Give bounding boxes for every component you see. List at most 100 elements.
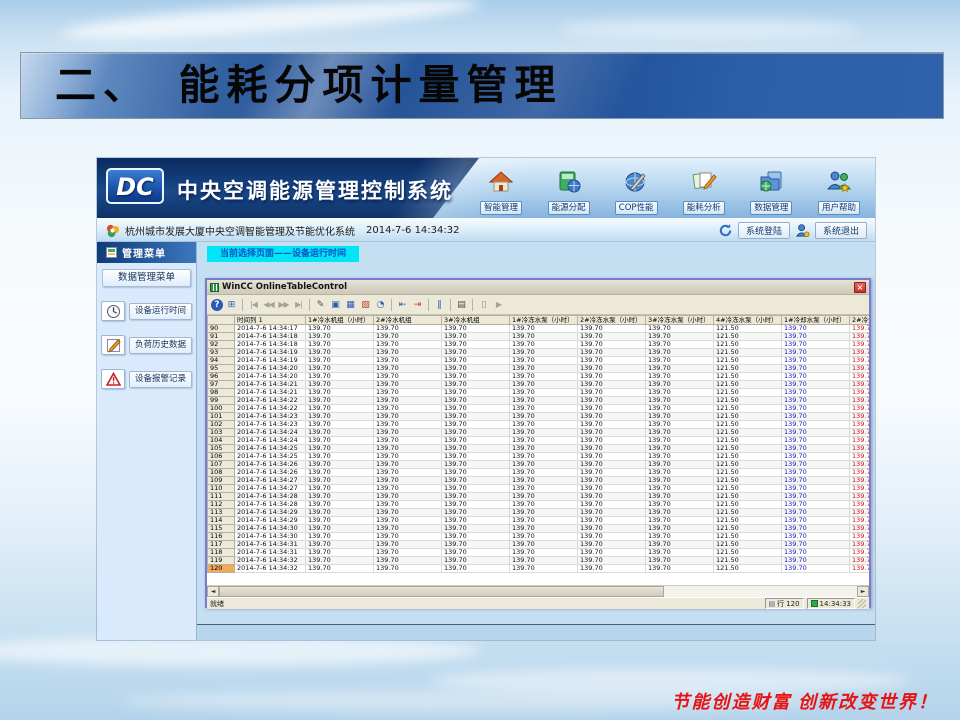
cell-value: 139.70 (442, 421, 510, 429)
nav-label[interactable]: 用户帮助 (818, 201, 860, 215)
scrollbar-thumb[interactable] (219, 586, 664, 597)
column-header[interactable]: 4#冷冻水泵（小时） (714, 316, 782, 325)
table-row[interactable]: 1162014-7-6 14:34:30139.70139.70139.7013… (208, 533, 870, 541)
sidebar-menu-title-button[interactable]: 数据管理菜单 (102, 269, 191, 287)
scrollbar-track[interactable] (664, 586, 857, 597)
export-icon[interactable]: ⇥ (411, 298, 424, 311)
column-header[interactable]: 3#冷冻水泵（小时） (646, 316, 714, 325)
table-row[interactable]: 952014-7-6 14:34:20139.70139.70139.70139… (208, 365, 870, 373)
system-login-button[interactable]: 系统登陆 (738, 222, 790, 239)
column-header[interactable]: 2#冷冻水泵（小时） (578, 316, 646, 325)
table-row[interactable]: 1072014-7-6 14:34:26139.70139.70139.7013… (208, 461, 870, 469)
pause-icon[interactable]: ‖ (433, 298, 446, 311)
table-row[interactable]: 1202014-7-6 14:34:32139.70139.70139.7013… (208, 565, 870, 573)
app-logo: DC (106, 168, 164, 204)
toolbar-separator (428, 299, 429, 311)
table-row[interactable]: 1012014-7-6 14:34:23139.70139.70139.7013… (208, 413, 870, 421)
table-row[interactable]: 992014-7-6 14:34:22139.70139.70139.70139… (208, 397, 870, 405)
table-row[interactable]: 982014-7-6 14:34:21139.70139.70139.70139… (208, 389, 870, 397)
table-row[interactable]: 932014-7-6 14:34:19139.70139.70139.70139… (208, 349, 870, 357)
column-header[interactable]: 3#冷水机组 (442, 316, 510, 325)
last-record-icon[interactable]: ▶| (292, 298, 305, 311)
selection-icon[interactable]: [] (477, 298, 490, 311)
system-logout-button[interactable]: 系统退出 (815, 222, 867, 239)
cell-value: 139.70 (374, 373, 442, 381)
table-row[interactable]: 1082014-7-6 14:34:26139.70139.70139.7013… (208, 469, 870, 477)
table-row[interactable]: 1192014-7-6 14:34:32139.70139.70139.7013… (208, 557, 870, 565)
nav-item-data-management[interactable]: 数据管理 (739, 162, 803, 215)
resize-grip[interactable] (858, 599, 866, 608)
table-row[interactable]: 1142014-7-6 14:34:29139.70139.70139.7013… (208, 517, 870, 525)
table-row[interactable]: 1152014-7-6 14:34:30139.70139.70139.7013… (208, 525, 870, 533)
table-row[interactable]: 1062014-7-6 14:34:25139.70139.70139.7013… (208, 453, 870, 461)
column-header[interactable]: 2#冷水机组 (374, 316, 442, 325)
table-row[interactable]: 1022014-7-6 14:34:23139.70139.70139.7013… (208, 421, 870, 429)
sidebar-item-label[interactable]: 设备运行时间 (129, 303, 192, 320)
nav-item-energy-analysis[interactable]: 能耗分析 (672, 162, 736, 215)
wincc-titlebar[interactable]: WinCC OnlineTableControl × (207, 280, 869, 295)
table-row[interactable]: 1182014-7-6 14:34:31139.70139.70139.7013… (208, 549, 870, 557)
columns-icon[interactable]: ▦ (344, 298, 357, 311)
table-row[interactable]: 1122014-7-6 14:34:28139.70139.70139.7013… (208, 501, 870, 509)
table-row[interactable]: 1042014-7-6 14:34:24139.70139.70139.7013… (208, 437, 870, 445)
cell-value: 139.70 (646, 421, 714, 429)
cell-value: 139.70 (578, 325, 646, 333)
autoscroll-icon[interactable]: ▶ (492, 298, 505, 311)
cell-value: 139.70 (578, 549, 646, 557)
column-header[interactable]: 1#冷水机组（小时） (306, 316, 374, 325)
cell-value: 139.70 (850, 469, 870, 477)
nav-item-energy-allocation[interactable]: 能源分配 (537, 162, 601, 215)
next-record-icon[interactable]: ▶▶ (277, 298, 290, 311)
table-row[interactable]: 1112014-7-6 14:34:28139.70139.70139.7013… (208, 493, 870, 501)
nav-label[interactable]: 数据管理 (750, 201, 792, 215)
import-icon[interactable]: ⇤ (396, 298, 409, 311)
cell-value: 139.70 (782, 501, 850, 509)
sidebar-item-load-history[interactable]: 负荷历史数据 (101, 335, 192, 355)
nav-item-user-help[interactable]: 用户帮助 (807, 162, 871, 215)
time-select-icon[interactable]: ⊞ (225, 298, 238, 311)
table-row[interactable]: 1002014-7-6 14:34:22139.70139.70139.7013… (208, 405, 870, 413)
sidebar-item-runtime[interactable]: 设备运行时间 (101, 301, 192, 321)
close-icon[interactable]: × (854, 282, 866, 293)
table-row[interactable]: 1172014-7-6 14:34:31139.70139.70139.7013… (208, 541, 870, 549)
scroll-right-icon[interactable]: ► (857, 586, 869, 597)
table-row[interactable]: 1092014-7-6 14:34:27139.70139.70139.7013… (208, 477, 870, 485)
print-icon[interactable]: ▤ (455, 298, 468, 311)
table-row[interactable]: 1102014-7-6 14:34:27139.70139.70139.7013… (208, 485, 870, 493)
table-row[interactable]: 1052014-7-6 14:34:25139.70139.70139.7013… (208, 445, 870, 453)
help-icon[interactable]: ? (211, 299, 223, 311)
sidebar-item-label[interactable]: 设备报警记录 (129, 371, 192, 388)
nav-label[interactable]: COP性能 (615, 201, 658, 215)
table-row[interactable]: 1132014-7-6 14:34:29139.70139.70139.7013… (208, 509, 870, 517)
table-row[interactable]: 942014-7-6 14:34:19139.70139.70139.70139… (208, 357, 870, 365)
cell-timestamp: 2014-7-6 14:34:30 (235, 525, 306, 533)
horizontal-scrollbar[interactable]: ◄ ► (207, 585, 869, 597)
cell-value: 139.70 (578, 341, 646, 349)
prev-record-icon[interactable]: ◀◀ (262, 298, 275, 311)
sidebar-item-label[interactable]: 负荷历史数据 (129, 337, 192, 354)
column-header[interactable]: 2#冷却水泵（小时） (850, 316, 870, 325)
clock-range-icon[interactable]: ◔ (374, 298, 387, 311)
cell-value: 139.70 (510, 445, 578, 453)
column-header[interactable]: 时间列 1 (235, 316, 306, 325)
cell-value: 121.50 (714, 405, 782, 413)
table-row[interactable]: 972014-7-6 14:34:21139.70139.70139.70139… (208, 381, 870, 389)
sidebar-item-alarm-records[interactable]: 设备报警记录 (101, 369, 192, 389)
table-row[interactable]: 922014-7-6 14:34:18139.70139.70139.70139… (208, 341, 870, 349)
table-row[interactable]: 912014-7-6 14:34:18139.70139.70139.70139… (208, 333, 870, 341)
first-record-icon[interactable]: |◀ (247, 298, 260, 311)
copy-icon[interactable]: ▣ (329, 298, 342, 311)
nav-label[interactable]: 能源分配 (548, 201, 590, 215)
table-row[interactable]: 962014-7-6 14:34:20139.70139.70139.70139… (208, 373, 870, 381)
table-row[interactable]: 902014-7-6 14:34:17139.70139.70139.70139… (208, 325, 870, 333)
nav-label[interactable]: 智能管理 (480, 201, 522, 215)
nav-item-smart-management[interactable]: 智能管理 (469, 162, 533, 215)
scroll-left-icon[interactable]: ◄ (207, 586, 219, 597)
nav-item-cop-performance[interactable]: COP性能 (604, 162, 668, 215)
nav-label[interactable]: 能耗分析 (683, 201, 725, 215)
edit-pen-icon[interactable]: ✎ (314, 298, 327, 311)
column-header[interactable]: 1#冷冻水泵（小时） (510, 316, 578, 325)
table-row[interactable]: 1032014-7-6 14:34:24139.70139.70139.7013… (208, 429, 870, 437)
column-header[interactable]: 1#冷却水泵（小时） (782, 316, 850, 325)
statistics-icon[interactable]: ▧ (359, 298, 372, 311)
